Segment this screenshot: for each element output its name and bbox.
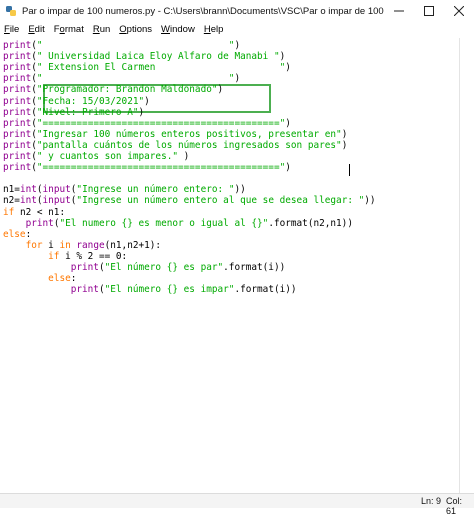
code-line: print(" ") [3,40,241,51]
code-line: n2=int(input("Ingrese un número entero a… [3,195,376,207]
code-line: else: [48,273,77,285]
code-line: print("pantalla cuántos de los números i… [3,139,348,151]
code-line: print(" ") [3,73,241,85]
code-line: print("=================================… [3,117,291,129]
code-line: print("=================================… [3,162,291,174]
close-icon [454,6,464,16]
menu-edit[interactable]: Edit [24,22,49,38]
code-line: print("El número {} es par".format(i)) [70,262,286,273]
code-line: print("Ingresar 100 números enteros posi… [3,128,348,140]
code-line: print("Nivel: Primero A") [3,106,145,118]
menu-window[interactable]: Window [157,22,200,38]
menu-format[interactable]: Format [50,22,89,38]
vertical-scrollbar[interactable] [459,38,474,493]
menu-help[interactable]: Help [200,22,229,38]
text-cursor [349,164,350,176]
status-bar: Ln: 9 Col: 61 [0,493,474,516]
python-idle-icon [5,5,17,17]
code-line: print(" Universidad Laica Eloy Alfaro de… [3,51,286,63]
maximize-button[interactable] [414,0,444,22]
menu-file[interactable]: File [0,22,24,38]
close-button[interactable] [444,0,474,22]
code-line: for i in range(n1,n2+1): [25,239,162,251]
status-line: Ln: 9 [421,496,442,506]
code-line: if n2 < n1: [3,206,66,218]
code-line: if i % 2 == 0: [48,250,128,262]
code-line: print("El numero {} es menor o igual al … [25,217,353,229]
code-line: else: [3,228,32,240]
code-line: print("Programador: Brandon Maldonado") [3,84,224,96]
code-editor[interactable]: print(" ") print(" Universidad Laica Eloy… [0,38,460,493]
minimize-icon [394,10,404,12]
menu-options[interactable]: Options [115,22,157,38]
menu-run[interactable]: Run [89,22,115,38]
maximize-icon [424,6,434,16]
code-line: print("Fecha: 15/03/2021") [3,95,150,107]
code-line: print(" y cuantos son impares." ) [3,151,190,162]
window-title: Par o impar de 100 numeros.py - C:\Users… [22,5,384,17]
title-bar: Par o impar de 100 numeros.py - C:\Users… [0,0,474,22]
code-line: print(" Extension El Carmen ") [3,62,291,74]
minimize-button[interactable] [384,0,414,22]
code-line: n1=int(input("Ingrese un número entero: … [3,184,246,196]
menu-bar: File Edit Format Run Options Window Help [0,22,474,38]
status-column: Col: 61 [446,496,463,516]
code-line: print("El número {} es impar".format(i)) [70,284,297,296]
